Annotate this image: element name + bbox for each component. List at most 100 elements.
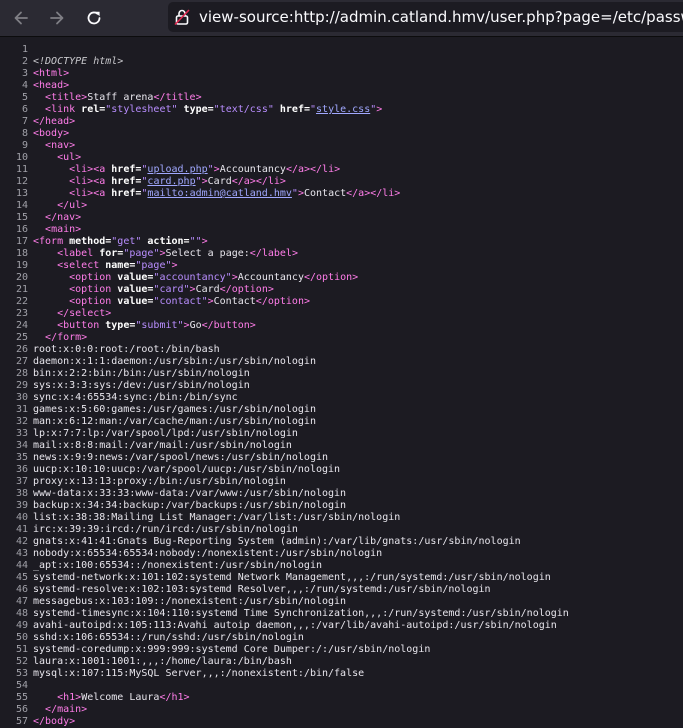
code-token: Contact xyxy=(213,296,256,307)
line-code: irc:x:39:39:ircd:/run/ircd:/usr/sbin/nol… xyxy=(33,524,298,536)
source-line: 23 </select> xyxy=(0,308,683,320)
line-code: </body> xyxy=(33,716,75,728)
browser-toolbar: view-source:http://admin.catland.hmv/use… xyxy=(0,0,683,37)
line-number: 34 xyxy=(15,440,28,451)
line-number: 5 xyxy=(21,92,28,103)
code-token: <option xyxy=(69,296,118,307)
line-number: 39 xyxy=(15,500,28,511)
url-bar[interactable]: view-source:http://admin.catland.hmv/use… xyxy=(168,2,683,32)
line-code: daemon:x:1:1:daemon:/usr/sbin:/usr/sbin/… xyxy=(33,356,316,368)
code-token: "accountancy" xyxy=(153,272,232,283)
line-number: 8 xyxy=(21,128,28,139)
line-number: 26 xyxy=(15,344,28,355)
line-code: <nav> xyxy=(33,140,75,152)
code-token: </a></li> xyxy=(231,176,286,187)
code-token: Accountancy xyxy=(237,272,304,283)
line-code: news:x:9:9:news:/var/spool/news:/usr/sbi… xyxy=(33,452,328,464)
source-line: 20 <option value="accountancy">Accountan… xyxy=(0,272,683,284)
line-number: 19 xyxy=(15,260,28,271)
code-token: href= xyxy=(279,104,310,115)
forward-button[interactable] xyxy=(46,7,68,29)
arrow-left-icon xyxy=(14,11,28,25)
source-line: 11 <li><a href="upload.php">Accountancy<… xyxy=(0,164,683,176)
code-token: avahi-autoipd:x:105:113:Avahi autoip dae… xyxy=(33,620,557,631)
source-line: 53 mysql:x:107:115:MySQL Server,,,:/nonex… xyxy=(0,668,683,680)
source-line: 41 irc:x:39:39:ircd:/run/ircd:/usr/sbin/n… xyxy=(0,524,683,536)
line-code: <option value="accountancy">Accountancy<… xyxy=(33,272,358,284)
code-token: <html> xyxy=(33,68,70,79)
code-token: backup:x:34:34:backup:/var/backups:/usr/… xyxy=(33,500,347,511)
source-link[interactable]: mailto:admin@catland.hmv xyxy=(147,188,292,199)
code-token: </option> xyxy=(303,272,359,283)
line-number: 33 xyxy=(15,428,28,439)
code-token: </a></li> xyxy=(285,164,341,175)
code-token: <head> xyxy=(33,80,70,91)
source-line: 50 sshd:x:106:65534::/run/sshd:/usr/sbin/… xyxy=(0,632,683,644)
code-token: "submit" xyxy=(135,320,184,331)
line-code: gnats:x:41:41:Gnats Bug-Reporting System… xyxy=(33,536,521,548)
code-token: <option xyxy=(69,272,118,283)
code-token: messagebus:x:103:109::/nonexistent:/usr/… xyxy=(33,596,347,607)
source-line: 56 </main> xyxy=(0,704,683,716)
source-line: 38 www-data:x:33:33:www-data:/var/www:/us… xyxy=(0,488,683,500)
code-token: </nav> xyxy=(45,212,82,223)
line-number: 38 xyxy=(15,488,28,499)
source-line: 57 </body> xyxy=(0,716,683,728)
code-token: </label> xyxy=(249,248,298,259)
code-token: Go xyxy=(189,320,202,331)
line-number: 16 xyxy=(15,224,28,235)
code-token: root:x:0:0:root:/root:/bin/bash xyxy=(33,344,220,355)
line-number: 46 xyxy=(15,584,28,595)
source-line: 45 systemd-network:x:101:102:systemd Netw… xyxy=(0,572,683,584)
line-code: </ul> xyxy=(33,200,87,212)
back-button[interactable] xyxy=(10,7,32,29)
code-token: method= xyxy=(69,236,112,247)
source-link[interactable]: card.php xyxy=(147,176,195,187)
source-line: 22 <option value="contact">Contact</opti… xyxy=(0,296,683,308)
code-token: <li><a xyxy=(69,164,112,175)
line-code: <label for="page">Select a page:</label> xyxy=(33,248,298,260)
line-code: nobody:x:65534:65534:nobody:/nonexistent… xyxy=(33,548,382,560)
code-token: irc:x:39:39:ircd:/run/ircd:/usr/sbin/nol… xyxy=(33,524,298,535)
code-token: news:x:9:9:news:/var/spool/news:/usr/sbi… xyxy=(33,452,329,463)
source-line: 19 <select name="page"> xyxy=(0,260,683,272)
reload-button[interactable] xyxy=(83,7,105,29)
source-line: 6 <link rel="stylesheet" type="text/css"… xyxy=(0,104,683,116)
line-code: sync:x:4:65534:sync:/bin:/bin/sync xyxy=(33,392,238,404)
source-link[interactable]: style.css xyxy=(316,104,370,115)
line-number: 12 xyxy=(15,176,28,187)
line-code: laura:x:1001:1001:,,,:/home/laura:/bin/b… xyxy=(33,656,292,668)
line-code: systemd-timesync:x:104:110:systemd Time … xyxy=(33,608,569,620)
source-line: 46 systemd-resolve:x:102:103:systemd Reso… xyxy=(0,584,683,596)
code-token: </h1> xyxy=(159,692,190,703)
source-line: 43 nobody:x:65534:65534:nobody:/nonexiste… xyxy=(0,548,683,560)
line-code: <main> xyxy=(33,224,81,236)
line-code: bin:x:2:2:bin:/bin:/usr/sbin/nologin xyxy=(33,368,250,380)
source-link[interactable]: upload.php xyxy=(147,164,207,175)
line-number: 28 xyxy=(15,368,28,379)
code-token: list:x:38:38:Mailing List Manager:/var/l… xyxy=(33,512,401,523)
line-number: 29 xyxy=(15,380,28,391)
code-token: type= xyxy=(183,104,214,115)
source-line: 15 </nav> xyxy=(0,212,683,224)
insecure-lock-icon[interactable] xyxy=(174,8,190,26)
source-line: 18 <label for="page">Select a page:</lab… xyxy=(0,248,683,260)
source-line: 52 laura:x:1001:1001:,,,:/home/laura:/bin… xyxy=(0,656,683,668)
url-text[interactable]: view-source:http://admin.catland.hmv/use… xyxy=(199,8,683,26)
source-line: 17 <form method="get" action=""> xyxy=(0,236,683,248)
code-token: href= xyxy=(111,176,142,187)
line-number: 23 xyxy=(15,308,28,319)
code-token: <ul> xyxy=(57,152,82,163)
line-code: <li><a href="mailto:admin@catland.hmv">C… xyxy=(33,188,400,200)
line-number: 54 xyxy=(15,680,28,691)
code-token: mail:x:8:8:mail:/var/mail:/usr/sbin/nolo… xyxy=(33,440,292,451)
line-code: systemd-resolve:x:102:103:systemd Resolv… xyxy=(33,584,491,596)
code-token: <h1> xyxy=(57,692,82,703)
line-number: 27 xyxy=(15,356,28,367)
